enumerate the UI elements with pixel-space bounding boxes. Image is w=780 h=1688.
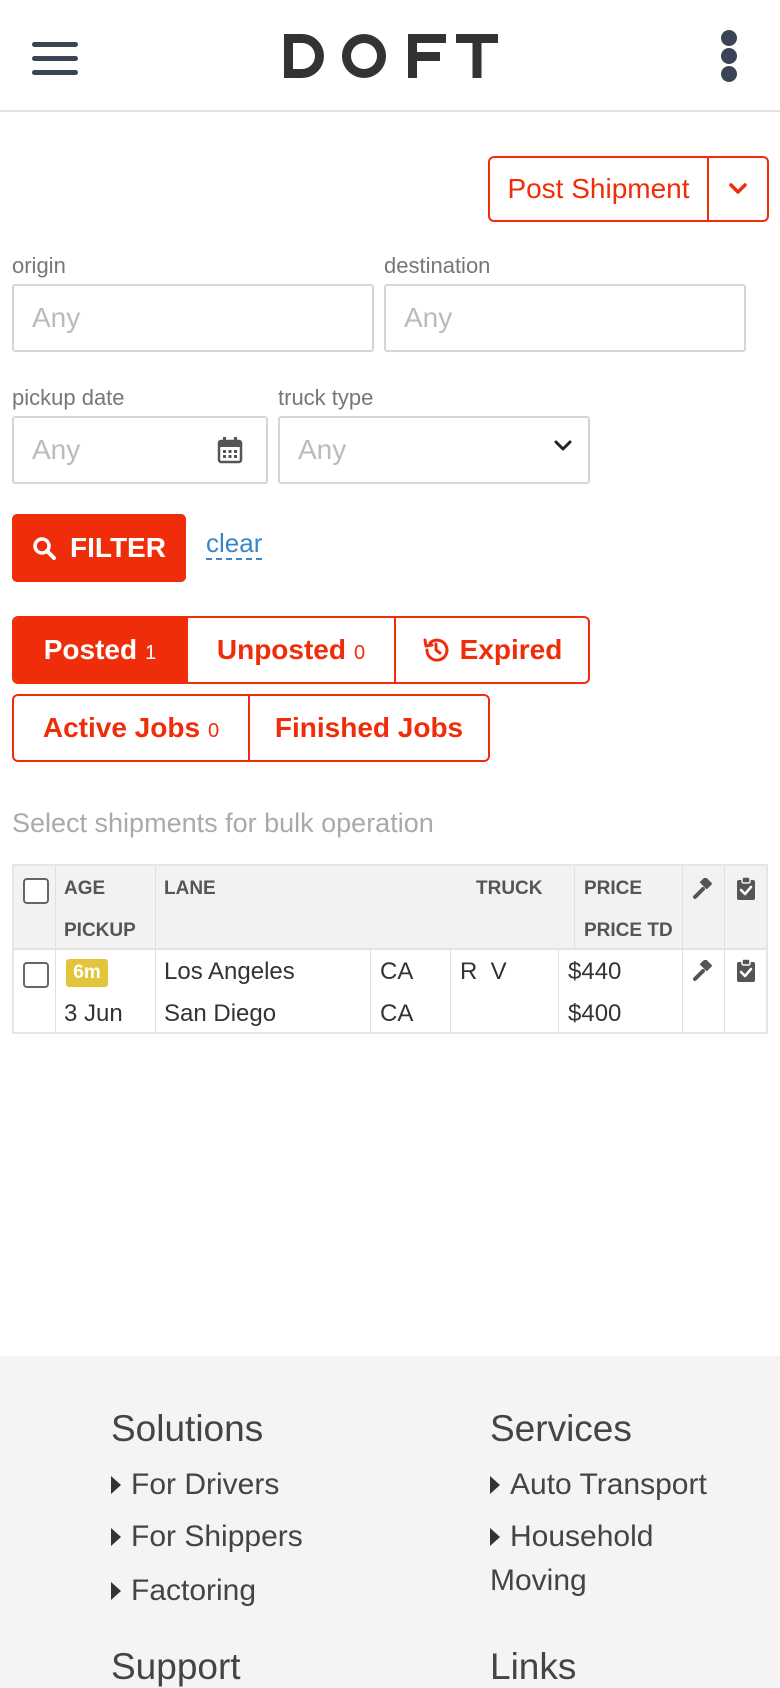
post-shipment-dropdown-toggle[interactable] (709, 158, 767, 220)
destination-label: destination (384, 253, 491, 278)
tab-unposted-label: Unposted (216, 634, 346, 665)
origin-input[interactable]: Any (12, 284, 374, 352)
footer-link-label: For Shippers (131, 1520, 303, 1553)
filter-button-label: FILTER (70, 532, 166, 563)
clipboard-check-icon[interactable] (736, 959, 756, 983)
origin-label: origin (12, 253, 66, 278)
footer-services-title: Services (490, 1408, 632, 1449)
header-age: AGE (64, 878, 106, 899)
footer-link-label: Factoring (131, 1574, 257, 1607)
tab-expired-label: Expired (459, 634, 563, 665)
pickup-date-label: pickup date (12, 385, 125, 410)
footer-links-title: Links (490, 1646, 577, 1687)
truck-type-value: Any (298, 434, 347, 465)
caret-right-icon (111, 1476, 121, 1494)
age-badge: 6m (66, 959, 108, 987)
caret-right-icon (490, 1476, 500, 1494)
tab-posted-count: 1 (145, 641, 157, 664)
row-destination-state: CA (380, 1000, 414, 1027)
row-price-td: $400 (568, 1000, 622, 1027)
post-shipment-button-group: Post Shipment (488, 156, 769, 222)
tab-posted[interactable]: Posted 1 (14, 618, 188, 682)
tab-active-jobs-count: 0 (208, 719, 220, 742)
footer-link-label: Auto Transport (510, 1468, 707, 1501)
truck-type-select[interactable]: Any (278, 416, 590, 484)
status-tabs: Posted 1 Unposted 0 Expired (12, 616, 590, 684)
hamburger-menu-icon[interactable] (30, 40, 80, 78)
tab-finished-jobs[interactable]: Finished Jobs (250, 696, 488, 760)
header-price: PRICE (584, 878, 643, 899)
tab-expired[interactable]: Expired (396, 618, 588, 682)
tab-active-jobs[interactable]: Active Jobs 0 (14, 696, 250, 760)
tab-unposted[interactable]: Unposted 0 (188, 618, 396, 682)
row-pickup-date: 3 Jun (64, 1000, 123, 1027)
footer-solutions-title: Solutions (111, 1408, 264, 1449)
tab-finished-jobs-label: Finished Jobs (274, 712, 464, 743)
chevron-down-icon (729, 183, 747, 194)
tab-active-jobs-label: Active Jobs (42, 712, 201, 743)
caret-right-icon (111, 1582, 121, 1600)
search-icon (33, 537, 57, 560)
footer-link-auto-transport[interactable]: Auto Transport (490, 1468, 707, 1502)
doft-logo[interactable] (280, 30, 500, 82)
calendar-icon (217, 437, 243, 464)
top-navbar (0, 0, 780, 112)
footer-link-for-shippers[interactable]: For Shippers (111, 1520, 303, 1554)
row-origin-state: CA (380, 958, 414, 985)
bulk-operation-hint: Select shipments for bulk operation (12, 808, 434, 838)
calendar-button[interactable] (194, 416, 268, 484)
kebab-menu-icon[interactable] (715, 28, 743, 84)
job-tabs: Active Jobs 0 Finished Jobs (12, 694, 490, 762)
footer-support-title: Support (111, 1646, 241, 1687)
gavel-icon[interactable] (692, 960, 716, 984)
row-select-checkbox[interactable] (23, 962, 49, 988)
footer-link-household-moving-line2[interactable]: Moving (490, 1564, 587, 1598)
chevron-down-icon (554, 440, 572, 451)
header-pickup: PICKUP (64, 920, 136, 941)
row-origin-city[interactable]: Los Angeles (164, 958, 295, 986)
post-shipment-button[interactable]: Post Shipment (490, 158, 709, 220)
tab-unposted-count: 0 (353, 641, 366, 664)
header-truck: TRUCK (476, 878, 543, 899)
select-all-checkbox[interactable] (23, 878, 49, 904)
row-destination-city[interactable]: San Diego (164, 1000, 276, 1028)
clear-link[interactable]: clear (206, 528, 263, 560)
shipments-table: AGE PICKUP LANE TRUCK PRICE PRICE TD 6m … (12, 864, 768, 1034)
footer-link-label: For Drivers (131, 1468, 280, 1501)
footer: Solutions For Drivers For Shippers Facto… (0, 1356, 780, 1688)
header-price-td: PRICE TD (584, 920, 673, 941)
row-truck-type: R V (460, 958, 507, 985)
caret-right-icon (111, 1528, 121, 1546)
truck-type-label: truck type (278, 385, 374, 410)
history-icon (423, 638, 449, 662)
clipboard-check-icon (737, 877, 755, 900)
tab-posted-label: Posted (43, 634, 138, 665)
gavel-icon (693, 878, 713, 899)
footer-link-label: Household (510, 1520, 654, 1553)
footer-link-for-drivers[interactable]: For Drivers (111, 1468, 279, 1502)
footer-link-label: Moving (490, 1564, 587, 1597)
row-price: $440 (568, 958, 622, 985)
footer-link-household-moving[interactable]: Household (490, 1520, 653, 1554)
filter-button[interactable]: FILTER (12, 514, 186, 582)
destination-input[interactable]: Any (384, 284, 746, 352)
caret-right-icon (490, 1528, 500, 1546)
footer-link-factoring[interactable]: Factoring (111, 1574, 256, 1608)
header-lane: LANE (164, 878, 216, 899)
pickup-date-input[interactable]: Any (12, 416, 196, 484)
